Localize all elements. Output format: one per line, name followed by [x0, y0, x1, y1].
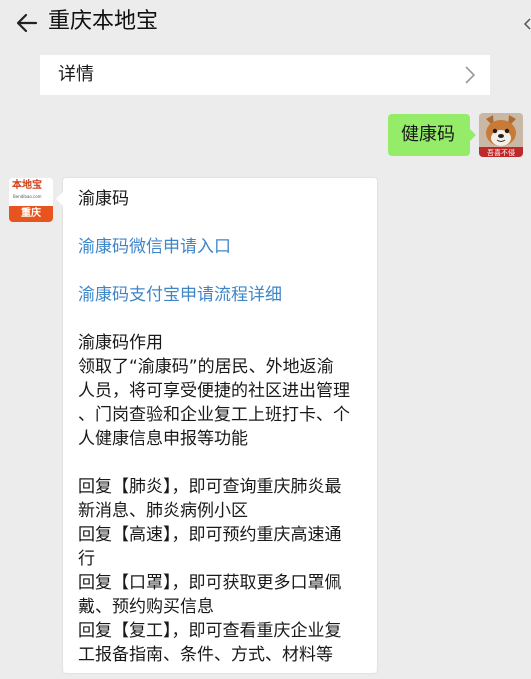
reply-line: 回复【肺炎】，即可查询重庆肺炎最 [78, 477, 342, 497]
usage-line: 人健康信息申报等功能 [78, 429, 248, 449]
avatar-caption: 吾喜不侵 [487, 148, 515, 157]
back-button[interactable] [10, 6, 44, 40]
dog-avatar-image: 吾喜不侵 [479, 113, 523, 157]
detail-bar[interactable]: 详情 [40, 55, 490, 95]
detail-label: 详情 [58, 64, 94, 85]
message-heading: 渝康码 [78, 189, 129, 209]
sent-message-text: 健康码 [401, 124, 455, 145]
bubble-tail [56, 192, 63, 206]
received-message-bubble[interactable]: 渝康码 渝康码微信申请入口 渝康码支付宝申请流程详细 渝康码作用 领取了“渝康码… [56, 177, 378, 674]
reply-line: 回复【口罩】，即可获取更多口罩佩 [78, 573, 342, 593]
wechat-apply-link[interactable]: 渝康码微信申请入口 [78, 236, 231, 258]
bot-avatar[interactable]: 本地宝 Bendibao.com 重庆 [9, 178, 53, 222]
chevron-right-icon [465, 66, 476, 84]
top-bar: 重庆本地宝 [0, 0, 531, 46]
reply-line: 行 [78, 549, 95, 569]
sent-message-bubble[interactable]: 健康码 [388, 114, 476, 156]
arrow-left-icon [16, 13, 38, 33]
edge-chevron-icon[interactable] [523, 18, 531, 30]
reply-line: 回复【复工】，即可查看重庆企业复 [78, 621, 342, 641]
usage-line: 领取了“渝康码”的居民、外地返渝 [78, 357, 334, 377]
reply-line: 戴、预约购买信息 [78, 597, 214, 617]
user-avatar[interactable]: 吾喜不侵 [479, 113, 523, 157]
reply-line: 新消息、肺炎病例小区 [78, 501, 248, 521]
alipay-apply-link[interactable]: 渝康码支付宝申请流程详细 [78, 284, 282, 306]
chat-title: 重庆本地宝 [48, 9, 159, 34]
usage-line: 、门岗查验和企业复工上班打卡、个 [78, 405, 350, 425]
bot-logo-text: 本地宝 [12, 180, 42, 191]
reply-line: 回复【高速】，即可预约重庆高速通 [78, 525, 342, 545]
bot-logo-url: Bendibao.com [13, 194, 42, 199]
bot-avatar-city: 重庆 [21, 208, 41, 219]
usage-title: 渝康码作用 [78, 333, 163, 353]
usage-line: 人员，将可享受便捷的社区进出管理 [78, 381, 350, 401]
bubble-tail [469, 128, 476, 142]
reply-line: 工报备指南、条件、方式、材料等 [78, 645, 333, 665]
